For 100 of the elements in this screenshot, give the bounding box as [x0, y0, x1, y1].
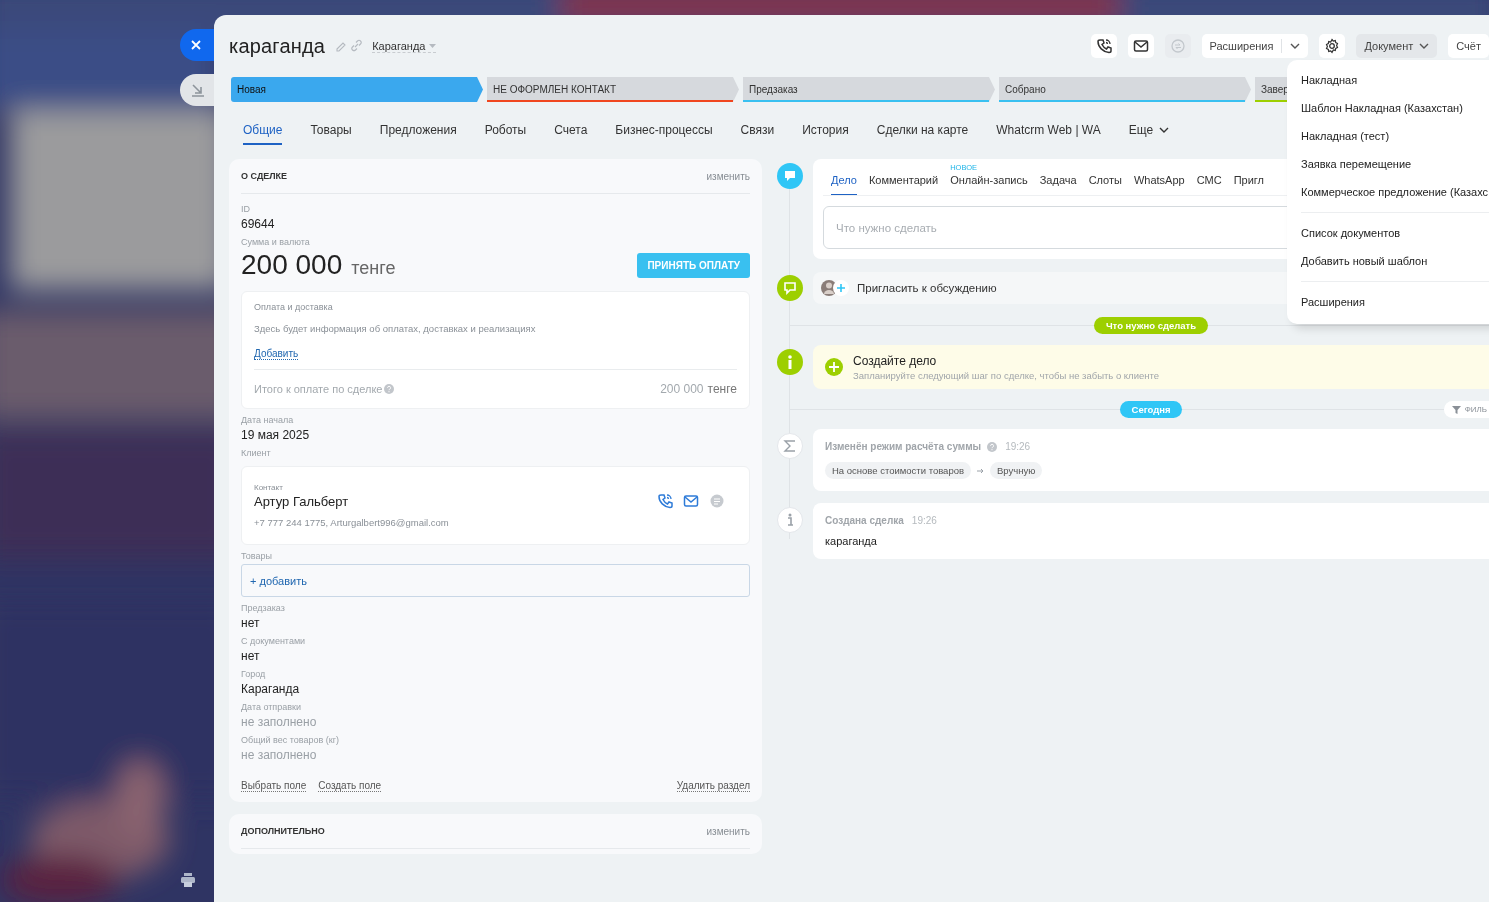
amount-value: 200 000 [241, 249, 343, 281]
avatar-add-icon [821, 279, 849, 297]
caret-icon [1290, 42, 1301, 50]
tab[interactable]: WhatsApp [1133, 174, 1185, 195]
chat-icon [1169, 38, 1186, 54]
menu-item[interactable]: Расширения [1287, 288, 1489, 316]
info-icon [777, 349, 803, 375]
contact-name[interactable]: Артур Гальберт [254, 494, 449, 509]
tab[interactable]: Связи [740, 116, 775, 145]
tab[interactable]: Слоты [1088, 174, 1122, 195]
field-label: Город [241, 669, 267, 679]
filter-button[interactable]: ФИЛЬ [1443, 401, 1489, 418]
tab[interactable]: Сделки на карте [876, 116, 969, 145]
field-label: Предзаказ [241, 603, 286, 613]
field-value: не заполнено [241, 715, 318, 729]
chat-icon [709, 493, 725, 509]
tab[interactable]: Задача [1039, 174, 1077, 195]
menu-item[interactable]: Заявка перемещение [1287, 150, 1489, 178]
history-time: 19:26 [1005, 441, 1031, 452]
document-button[interactable]: Документ [1356, 34, 1438, 58]
settings-button[interactable] [1319, 34, 1346, 58]
history-title: Создана сделка [825, 515, 904, 526]
deal-name-link[interactable]: караганда [825, 535, 1477, 547]
print-icon [180, 872, 196, 888]
field-value: не заполнено [241, 748, 318, 762]
mail-button[interactable] [1127, 34, 1154, 58]
arrow-right-icon [977, 467, 985, 474]
section-badge: Сегодня [1119, 400, 1183, 418]
menu-item[interactable]: Шаблон Накладная (Казахстан) [1287, 94, 1489, 122]
phone-button[interactable] [1090, 34, 1117, 58]
field-value: Караганда [241, 682, 301, 696]
menu-item[interactable]: Накладная [1287, 66, 1489, 94]
section-title: О СДЕЛКЕ [241, 171, 288, 181]
phone-icon [657, 493, 673, 509]
tab[interactable]: Еще [1128, 116, 1170, 145]
invite-link[interactable]: Пригласить к обсуждению [857, 282, 997, 294]
total-label: Итого к оплате по сделке [254, 383, 383, 395]
tab[interactable]: Комментарий [868, 174, 939, 195]
payment-hint: Здесь будет информация об оплатах, доставках и реализациях [254, 323, 537, 334]
help-icon [384, 384, 395, 394]
deal-title: караганда [229, 34, 326, 58]
field-label: С документами [241, 636, 307, 646]
extensions-button[interactable]: Расширения [1201, 34, 1309, 58]
filter-icon [1451, 405, 1461, 414]
contact-details: +7 777 244 1775, Arturgalbert996@gmail.com [254, 517, 449, 528]
caret-icon [429, 43, 437, 48]
delete-section-link[interactable]: Удалить раздел [676, 780, 750, 792]
menu-item[interactable]: Добавить новый шаблон [1287, 247, 1489, 275]
tab[interactable]: Общие [243, 116, 283, 145]
tab[interactable]: Пригл [1233, 174, 1264, 195]
tab[interactable]: СМС [1196, 174, 1222, 195]
tab[interactable]: Бизнес-процессы [615, 116, 713, 145]
stage-tab[interactable]: Новая [231, 77, 483, 102]
caret-icon [1159, 125, 1170, 134]
value-chip: Вручную [990, 462, 1043, 479]
create-task-title[interactable]: Создайте дело [853, 353, 1159, 368]
add-product-button[interactable]: + добавить [241, 564, 750, 597]
caret-icon [1419, 42, 1430, 50]
mail-icon [683, 493, 699, 509]
category-dropdown[interactable]: Караганда [372, 39, 437, 53]
payment-title: Оплата и доставка [254, 302, 334, 312]
field-label: Дата отправки [241, 702, 302, 712]
tab[interactable]: Дело [831, 174, 857, 195]
link-icon [350, 39, 364, 53]
section-title: ДОПОЛНИТЕЛЬНО [241, 826, 325, 836]
field-label: Общий вес товаров (кг) [241, 735, 341, 745]
history-time: 19:26 [911, 515, 937, 526]
close-icon [190, 39, 202, 51]
create-task-hint: Запланируйте следующий шаг по сделке, чтобы не забыть о клиенте [853, 369, 1159, 381]
field-value: 19 мая 2025 [241, 428, 311, 442]
stage-tab[interactable]: Собрано [999, 77, 1251, 102]
currency-label: тенге [707, 382, 737, 396]
field-value: нет [241, 649, 261, 663]
tab[interactable]: Роботы [484, 116, 527, 145]
menu-item[interactable]: Коммерческое предложение (Казахс [1287, 178, 1489, 206]
stage-tab[interactable]: Предзаказ [743, 77, 995, 102]
invoice-button[interactable]: Счёт [1448, 34, 1489, 58]
field-label: Сумма и валюта [241, 237, 311, 247]
section-badge: Что нужно сделать [1093, 316, 1209, 334]
phone-icon [1095, 38, 1112, 54]
tab[interactable]: Whatcrm Web | WA [996, 116, 1101, 145]
field-label: Клиент [241, 448, 272, 458]
field-value: нет [241, 616, 261, 630]
field-value: 69644 [241, 217, 276, 231]
menu-item[interactable]: Накладная (тест) [1287, 122, 1489, 150]
tab[interactable]: Предложения [379, 116, 457, 145]
field-label: Товары [241, 551, 273, 561]
settings-icon [1324, 38, 1341, 54]
chat-bubble-icon [777, 163, 803, 189]
stage-tab[interactable]: НЕ ОФОРМЛЕН КОНТАКТ [487, 77, 739, 102]
field-label: Дата начала [241, 415, 295, 425]
tab[interactable]: Товары [310, 116, 352, 145]
create-field-link[interactable]: Создать поле [318, 780, 382, 792]
arrow-down-right-icon [190, 82, 206, 98]
add-link[interactable]: Добавить [254, 348, 299, 360]
currency-label: тенге [351, 258, 396, 279]
select-field-link[interactable]: Выбрать поле [241, 780, 307, 792]
tab[interactable]: Счета [554, 116, 588, 145]
tab[interactable]: История [802, 116, 849, 145]
contact-label: Контакт [254, 483, 284, 492]
